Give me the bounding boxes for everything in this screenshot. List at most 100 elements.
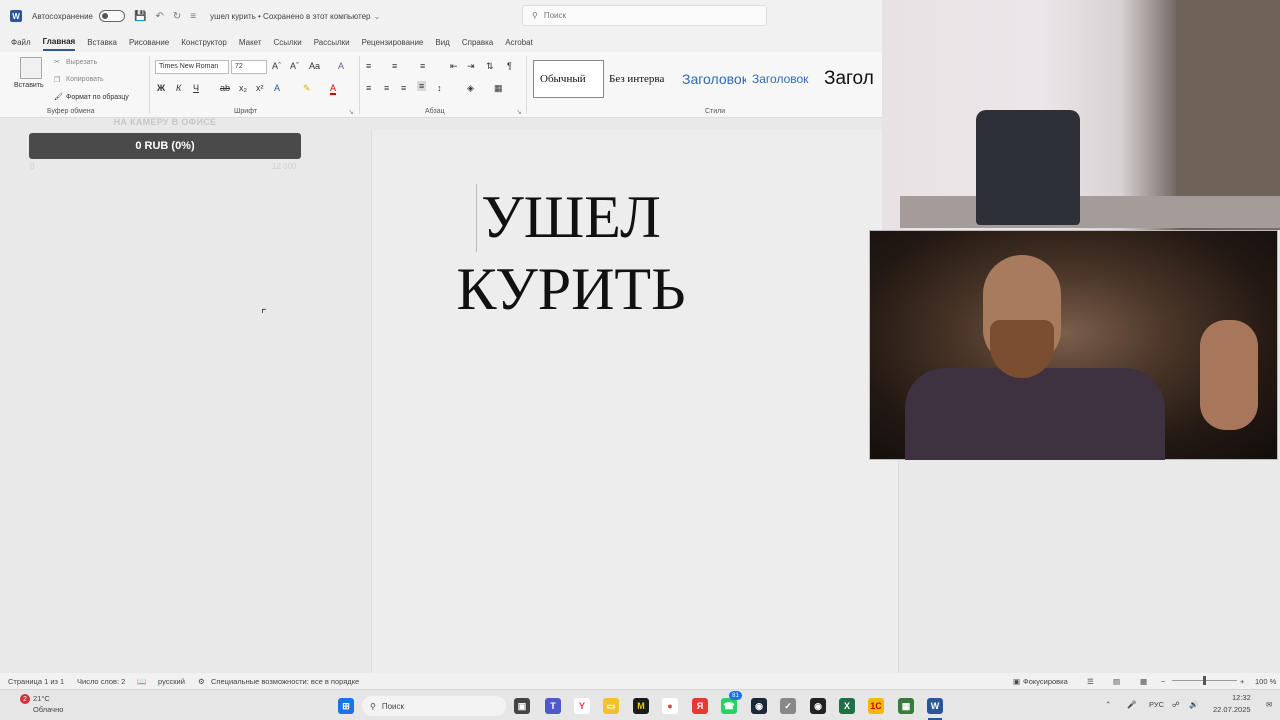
format-painter-button[interactable]: Формат по образцу bbox=[66, 94, 129, 101]
word-count[interactable]: Число слов: 2 bbox=[77, 677, 125, 686]
document-text-line-2[interactable]: КУРИТЬ bbox=[371, 254, 771, 324]
excel-icon[interactable]: X bbox=[839, 698, 855, 714]
tab-design[interactable]: Конструктор bbox=[181, 35, 227, 50]
style-title[interactable]: Загол bbox=[818, 60, 882, 98]
teams-icon[interactable]: T bbox=[545, 698, 561, 714]
microphone-icon[interactable]: 🎤 bbox=[1127, 700, 1136, 709]
redo-icon[interactable]: ↻ bbox=[173, 11, 181, 22]
yandex-icon[interactable]: Я bbox=[692, 698, 708, 714]
notifications-icon[interactable]: ✉ bbox=[1266, 700, 1272, 709]
accessibility-status[interactable]: Специальные возможности: все в порядке bbox=[211, 677, 359, 686]
tab-insert[interactable]: Вставка bbox=[87, 35, 117, 50]
tab-help[interactable]: Справка bbox=[462, 35, 493, 50]
whatsapp-icon[interactable]: ☎ bbox=[721, 698, 737, 714]
line-spacing-icon[interactable]: ↕ bbox=[437, 83, 442, 93]
quick-access-menu-icon[interactable]: ≡ bbox=[190, 11, 196, 22]
focus-mode-button[interactable]: Фокусировка bbox=[1023, 677, 1068, 686]
weather-temp[interactable]: 21°C bbox=[33, 694, 50, 703]
keyboard-language[interactable]: РУС bbox=[1149, 700, 1164, 709]
clock-date[interactable]: 22.07.2025 bbox=[1213, 705, 1251, 714]
cut-icon[interactable]: ✂ bbox=[54, 58, 60, 66]
align-center-icon[interactable]: ≡ bbox=[384, 83, 389, 93]
tab-acrobat[interactable]: Acrobat bbox=[505, 35, 533, 50]
web-layout-icon[interactable]: ▦ bbox=[1140, 677, 1147, 686]
paste-icon[interactable] bbox=[20, 57, 42, 79]
read-mode-icon[interactable]: ☰ bbox=[1087, 677, 1094, 686]
volume-icon[interactable]: 🔊 bbox=[1189, 700, 1198, 709]
copy-button[interactable]: Копировать bbox=[66, 76, 104, 83]
change-case-icon[interactable]: Aa bbox=[309, 61, 320, 71]
shading-icon[interactable]: ◈ bbox=[467, 83, 474, 94]
clock-time[interactable]: 12:32 bbox=[1232, 693, 1251, 702]
bold-button[interactable]: Ж bbox=[157, 83, 165, 93]
print-layout-icon[interactable]: ▤ bbox=[1113, 677, 1120, 686]
tab-references[interactable]: Ссылки bbox=[274, 35, 302, 50]
font-name-select[interactable]: Times New Roman bbox=[155, 60, 229, 74]
sort-icon[interactable]: ⇅ bbox=[486, 61, 494, 72]
zoom-in-icon[interactable]: + bbox=[1240, 677, 1244, 686]
task-view-icon[interactable]: ▣ bbox=[514, 698, 530, 714]
justify-icon[interactable]: ≡ bbox=[417, 81, 427, 91]
clear-formatting-icon[interactable]: A bbox=[338, 61, 344, 71]
proofing-icon[interactable]: 📖 bbox=[137, 677, 146, 686]
chevron-down-icon[interactable]: ⌄ bbox=[374, 12, 381, 21]
style-heading-1[interactable]: Заголовок bbox=[676, 60, 746, 98]
save-icon[interactable]: 💾 bbox=[134, 11, 146, 22]
decrease-indent-icon[interactable]: ⇤ bbox=[450, 61, 458, 72]
document-text-line-1[interactable]: УШЕЛ bbox=[371, 182, 771, 252]
taskbar-search[interactable]: ⚲ Поиск bbox=[362, 696, 506, 716]
multilevel-list-icon[interactable]: ≡ bbox=[420, 61, 425, 71]
yandex-browser-icon[interactable]: Y bbox=[574, 698, 590, 714]
tray-overflow-icon[interactable]: ⌃ bbox=[1105, 700, 1111, 709]
grow-font-icon[interactable]: Aˆ bbox=[272, 61, 281, 71]
italic-button[interactable]: К bbox=[176, 83, 181, 93]
superscript-icon[interactable]: x² bbox=[256, 83, 264, 93]
steam-icon[interactable]: ◉ bbox=[751, 698, 767, 714]
tab-review[interactable]: Рецензирование bbox=[362, 35, 424, 50]
tab-view[interactable]: Вид bbox=[435, 35, 449, 50]
tab-mailings[interactable]: Рассылки bbox=[314, 35, 350, 50]
accessibility-icon[interactable]: ⚙ bbox=[198, 677, 205, 686]
increase-indent-icon[interactable]: ⇥ bbox=[467, 61, 475, 72]
tab-file[interactable]: Файл bbox=[11, 35, 31, 50]
app-icon[interactable]: M bbox=[633, 698, 649, 714]
paste-button[interactable]: Вставить bbox=[14, 82, 44, 89]
style-heading-2[interactable]: Заголовок bbox=[746, 60, 818, 98]
paragraph-dialog-launcher-icon[interactable]: ↘ bbox=[516, 108, 522, 116]
font-size-select[interactable]: 72 bbox=[231, 60, 267, 74]
copy-icon[interactable]: ❐ bbox=[54, 76, 60, 84]
zoom-level[interactable]: 100 % bbox=[1255, 677, 1276, 686]
align-left-icon[interactable]: ≡ bbox=[366, 83, 371, 93]
strikethrough-icon[interactable]: ab bbox=[220, 83, 230, 93]
app-icon-2[interactable]: ✓ bbox=[780, 698, 796, 714]
text-effects-icon[interactable]: A bbox=[274, 83, 280, 93]
zoom-slider-thumb[interactable] bbox=[1203, 676, 1206, 685]
page-count[interactable]: Страница 1 из 1 bbox=[8, 677, 64, 686]
style-normal[interactable]: Обычный bbox=[533, 60, 604, 98]
search-input[interactable]: ⚲ Поиск bbox=[522, 5, 767, 26]
zoom-out-icon[interactable]: − bbox=[1161, 677, 1165, 686]
font-dialog-launcher-icon[interactable]: ↘ bbox=[348, 108, 354, 116]
numbering-icon[interactable]: ≡ bbox=[392, 61, 397, 71]
cut-button[interactable]: Вырезать bbox=[66, 59, 97, 66]
pilcrow-icon[interactable]: ¶ bbox=[507, 61, 512, 71]
borders-icon[interactable]: ▦ bbox=[494, 83, 503, 94]
bullets-icon[interactable]: ≡ bbox=[366, 61, 371, 71]
undo-icon[interactable]: ↶ bbox=[155, 11, 163, 22]
tab-draw[interactable]: Рисование bbox=[129, 35, 169, 50]
align-right-icon[interactable]: ≡ bbox=[401, 83, 406, 93]
calculator-icon[interactable]: ▦ bbox=[898, 698, 914, 714]
windows-start-icon[interactable]: ⊞ bbox=[338, 698, 354, 714]
highlight-icon[interactable]: ✎ bbox=[303, 83, 311, 94]
focus-icon[interactable]: ▣ bbox=[1013, 677, 1020, 686]
tab-layout[interactable]: Макет bbox=[239, 35, 262, 50]
format-painter-icon[interactable]: 🖌 bbox=[54, 93, 63, 101]
shrink-font-icon[interactable]: Aˇ bbox=[290, 61, 299, 71]
chrome-icon[interactable]: ● bbox=[662, 698, 678, 714]
font-color-icon[interactable]: A bbox=[330, 83, 337, 95]
style-no-spacing[interactable]: Без интерва bbox=[603, 60, 678, 98]
subscript-icon[interactable]: x₂ bbox=[239, 83, 247, 93]
1c-icon[interactable]: 1С bbox=[868, 698, 884, 714]
file-explorer-icon[interactable]: ▭ bbox=[603, 698, 619, 714]
underline-button[interactable]: Ч bbox=[193, 83, 199, 93]
